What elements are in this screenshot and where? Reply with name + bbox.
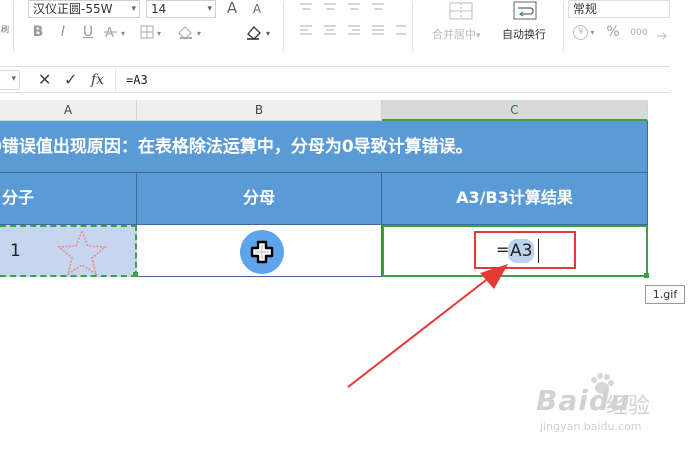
- border-button[interactable]: ▾: [139, 22, 167, 42]
- strikethrough-button[interactable]: A ▾: [103, 22, 131, 42]
- svg-text:▾: ▾: [121, 29, 125, 38]
- formula-input[interactable]: =A3: [115, 69, 670, 91]
- cancel-icon[interactable]: ✕: [38, 70, 51, 90]
- font-name-select[interactable]: 汉仪正圆-55W ▾: [28, 0, 140, 18]
- title-merged-cell[interactable]: 0错误值出现原因：在表格除法运算中，分母为0导致计算错误。: [0, 121, 648, 173]
- increase-font-button[interactable]: A: [224, 0, 240, 17]
- alignment-icons: [300, 3, 406, 35]
- header-cell-c[interactable]: A3/B3计算结果: [382, 173, 648, 225]
- header-text-a: 分子: [1, 188, 34, 207]
- italic-button[interactable]: I: [55, 22, 71, 42]
- svg-text:▾: ▾: [266, 29, 270, 38]
- border-grid-icon: ▾: [140, 25, 161, 39]
- increase-decimal-button[interactable]: [654, 22, 672, 42]
- decimal-icon: [657, 32, 667, 40]
- column-header-c[interactable]: C: [382, 100, 648, 121]
- header-text-c: A3/B3计算结果: [456, 188, 573, 207]
- wrap-text-button[interactable]: [511, 0, 539, 22]
- wrap-text-icon: [513, 1, 537, 20]
- header-cell-a[interactable]: 分子: [0, 173, 137, 225]
- confirm-icon[interactable]: ✓: [64, 70, 77, 90]
- percent-button[interactable]: %: [605, 23, 621, 41]
- font-size-value: 14: [151, 2, 167, 16]
- filename-tooltip: 1.gif: [645, 285, 685, 304]
- column-header-b[interactable]: B: [137, 100, 382, 121]
- header-text-b: 分母: [242, 188, 275, 207]
- currency-button[interactable]: ¥ ▾: [570, 22, 598, 42]
- chevron-down-icon: ▾: [131, 4, 136, 14]
- font-size-select[interactable]: 14 ▾: [146, 0, 216, 18]
- fill-handle[interactable]: [644, 273, 649, 278]
- number-format-select[interactable]: 常规: [568, 0, 670, 18]
- bold-button[interactable]: B: [30, 22, 46, 42]
- watermark-brand-cn: 经验: [606, 394, 651, 419]
- star-icon: [56, 228, 108, 276]
- text-caret: [538, 239, 539, 263]
- fx-insert-function-icon[interactable]: fx: [91, 70, 104, 90]
- font-name-value: 汉仪正圆-55W: [33, 2, 113, 16]
- paint-bucket-icon: ▾: [178, 26, 201, 40]
- strikethrough-icon: A ▾: [104, 26, 125, 40]
- name-box[interactable]: ▾: [0, 70, 20, 90]
- svg-text:A: A: [105, 26, 114, 40]
- svg-text:▾: ▾: [197, 29, 201, 38]
- cursor-highlight: [240, 230, 284, 274]
- title-text: 0错误值出现原因：在表格除法运算中，分母为0导致计算错误。: [0, 137, 473, 157]
- number-format-value: 常规: [573, 2, 598, 16]
- chevron-down-icon: ▾: [11, 74, 16, 84]
- formula-bar: ▾ ✕ ✓ fx =A3: [0, 66, 670, 93]
- currency-icon: ¥: [573, 24, 589, 40]
- underline-button[interactable]: U: [80, 22, 96, 42]
- svg-text:▾: ▾: [157, 29, 161, 38]
- merge-center-label: 合并居中▾: [432, 28, 481, 41]
- merge-cells-icon: [449, 2, 473, 20]
- cell-value-a3: 1: [10, 241, 21, 261]
- column-header-a[interactable]: A: [0, 100, 137, 121]
- watermark-url: jingyan.baidu.com: [540, 420, 642, 433]
- reference-range-highlight: 1: [0, 225, 137, 277]
- annotation-arrow: [347, 264, 508, 388]
- chevron-down-icon: ▾: [207, 4, 212, 14]
- fill-handle[interactable]: [133, 272, 138, 277]
- fill-color-button[interactable]: ▾: [176, 22, 208, 42]
- decrease-font-button[interactable]: A: [250, 2, 264, 16]
- spreadsheet-window: 刷 汉仪正圆-55W ▾ 14 ▾ A A B I U A ▾ ▾ ▾ ▾ 合并…: [0, 0, 700, 450]
- wrap-text-label: 自动换行: [502, 28, 546, 41]
- format-painter-label[interactable]: 刷: [0, 22, 10, 36]
- thousands-separator-button[interactable]: 000: [627, 26, 651, 40]
- ribbon-toolbar: 刷 汉仪正圆-55W ▾ 14 ▾ A A B I U A ▾ ▾ ▾ ▾ 合并…: [0, 0, 700, 58]
- baidu-watermark: Baidu 经验 jingyan.baidu.com: [536, 373, 666, 438]
- clear-format-button[interactable]: ▾: [244, 22, 278, 42]
- header-cell-b[interactable]: 分母: [137, 173, 382, 225]
- crosshair-cursor-icon: [250, 240, 274, 264]
- merge-center-button[interactable]: [446, 0, 476, 22]
- eraser-icon: ▾: [247, 26, 270, 40]
